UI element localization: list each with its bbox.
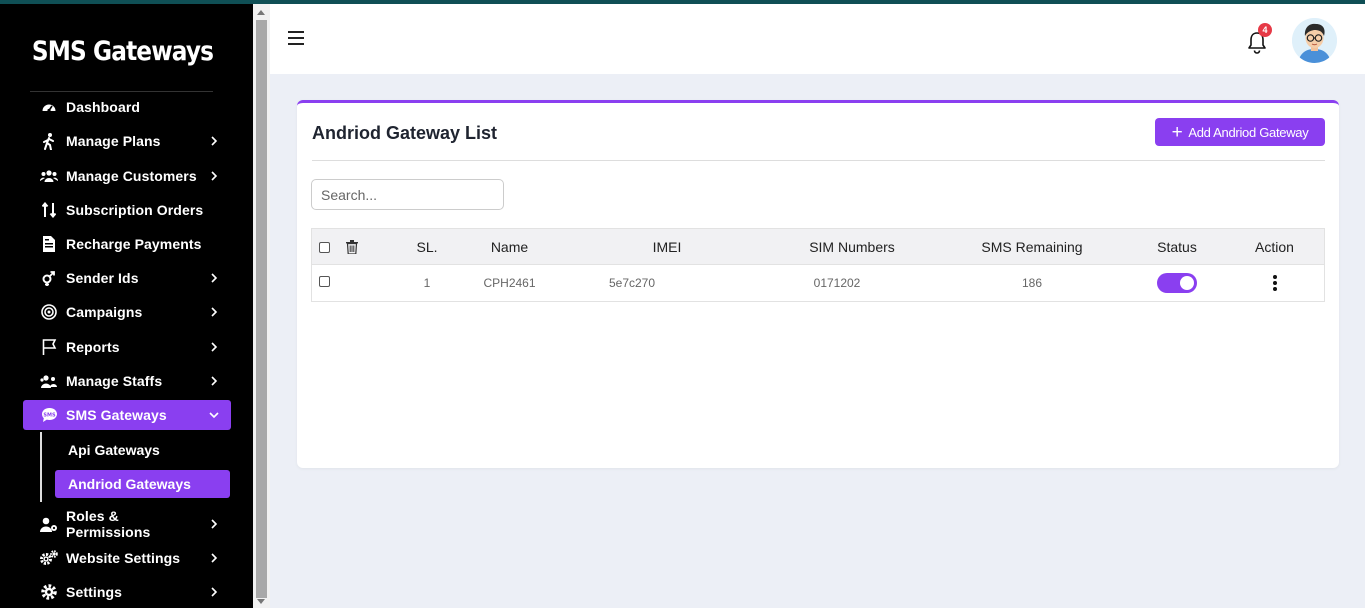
sidebar-item-label: Campaigns	[66, 304, 143, 320]
column-header-status: Status	[1157, 239, 1197, 255]
sidebar-item-campaigns[interactable]: Campaigns	[23, 297, 231, 327]
table-header: SL. Name IMEI SIM Numbers SMS Remaining …	[312, 229, 1324, 265]
sidebar-item-manage-plans[interactable]: Manage Plans	[23, 126, 231, 156]
users-icon	[40, 167, 58, 185]
sidebar-item-label: Reports	[66, 339, 120, 355]
staff-icon	[40, 372, 58, 390]
walking-icon	[40, 132, 58, 150]
cell-action	[1237, 265, 1312, 301]
sidebar-subitem-api-gateways[interactable]: Api Gateways	[55, 436, 230, 464]
sidebar-item-website-settings[interactable]: Website Settings	[23, 543, 231, 573]
sidebar-item-label: SMS Gateways	[66, 407, 167, 423]
sidebar-item-label: Manage Staffs	[66, 373, 163, 389]
scroll-thumb[interactable]	[256, 20, 267, 598]
column-header-action: Action	[1255, 239, 1294, 255]
column-header-imei: IMEI	[652, 239, 682, 255]
avatar[interactable]	[1292, 18, 1337, 63]
add-gateway-label: Add Andriod Gateway	[1188, 124, 1309, 140]
sidebar-item-label: Sender Ids	[66, 270, 139, 286]
select-all-cell	[314, 229, 334, 265]
gauge-icon	[40, 98, 58, 116]
hamburger-menu-icon[interactable]	[288, 31, 304, 45]
sidebar-item-label: Roles & Permissions	[66, 508, 151, 540]
sidebar-item-roles-permissions[interactable]: Roles & Permissions	[23, 508, 231, 540]
chevron-right-icon	[206, 133, 222, 149]
select-all-checkbox[interactable]	[318, 241, 330, 253]
gateway-table: SL. Name IMEI SIM Numbers SMS Remaining …	[311, 228, 1325, 302]
cell-name: CPH2461	[483, 276, 536, 290]
sidebar-item-label: Recharge Payments	[66, 236, 202, 252]
sms-bubble-icon: SMS	[40, 406, 58, 424]
column-header-sms-remaining: SMS Remaining	[981, 239, 1083, 255]
cell-sl: 1	[423, 276, 431, 290]
submenu-line	[40, 432, 42, 502]
chevron-right-icon	[206, 304, 222, 320]
card-divider	[312, 160, 1325, 161]
sidebar-item-settings[interactable]: Settings	[23, 577, 231, 607]
flag-icon	[40, 338, 58, 356]
trash-icon[interactable]	[342, 229, 362, 265]
row-select-cell	[314, 265, 334, 301]
sidebar-item-label: Website Settings	[66, 550, 181, 566]
sidebar-item-label: Settings	[66, 584, 123, 600]
column-header-sl: SL.	[416, 239, 438, 255]
sidebar-item-reports[interactable]: Reports	[23, 332, 231, 362]
sidebar-item-sender-ids[interactable]: Sender Ids	[23, 263, 231, 293]
status-toggle[interactable]	[1157, 273, 1197, 293]
sidebar-item-label: Manage Plans	[66, 133, 161, 149]
sidebar-item-sms-gateways[interactable]: SMS SMS Gateways	[23, 400, 231, 430]
sidebar-item-dashboard[interactable]: Dashboard	[23, 92, 231, 122]
brand-logo: SMS Gateways	[31, 36, 214, 67]
chevron-right-icon	[206, 339, 222, 355]
gears-icon	[40, 549, 58, 567]
chevron-right-icon	[206, 516, 222, 532]
cell-status	[1137, 265, 1217, 301]
sidebar-item-subscription-orders[interactable]: Subscription Orders	[23, 195, 231, 225]
invoice-icon	[40, 235, 58, 253]
svg-text:SMS: SMS	[43, 412, 56, 418]
chevron-down-icon	[206, 407, 222, 423]
sidebar-item-label: Subscription Orders	[66, 202, 204, 218]
search-input[interactable]	[311, 179, 504, 210]
sidebar-item-label: Manage Customers	[66, 168, 197, 184]
sidebar-item-manage-customers[interactable]: Manage Customers	[23, 161, 231, 191]
sidebar-subitem-andriod-gateways[interactable]: Andriod Gateways	[55, 470, 230, 498]
scroll-down-arrow-icon[interactable]	[257, 599, 265, 604]
add-gateway-button[interactable]: + Add Andriod Gateway	[1155, 118, 1325, 146]
chevron-right-icon	[206, 270, 222, 286]
more-options-icon[interactable]	[1267, 273, 1283, 293]
target-icon	[40, 303, 58, 321]
venus-mars-icon	[40, 269, 58, 287]
cell-sms-remaining: 186	[1021, 276, 1043, 290]
cell-sim-numbers: 0171202	[813, 276, 861, 290]
sidebar-item-recharge-payments[interactable]: Recharge Payments	[23, 229, 231, 259]
column-header-name: Name	[490, 239, 529, 255]
top-accent-bar	[0, 0, 1365, 4]
gateway-list-card: Andriod Gateway List + Add Andriod Gatew…	[297, 100, 1339, 468]
page-title: Andriod Gateway List	[312, 123, 498, 143]
chevron-right-icon	[206, 584, 222, 600]
sort-arrows-icon	[40, 201, 58, 219]
top-header: 4	[270, 4, 1365, 74]
chevron-right-icon	[206, 550, 222, 566]
column-header-sim-numbers: SIM Numbers	[809, 239, 895, 255]
plus-icon: +	[1171, 121, 1183, 143]
row-checkbox[interactable]	[318, 276, 330, 287]
sidebar-scrollbar[interactable]	[253, 4, 270, 608]
user-gear-icon	[40, 515, 58, 533]
chevron-right-icon	[206, 373, 222, 389]
chevron-right-icon	[206, 168, 222, 184]
notification-badge: 4	[1258, 23, 1272, 37]
cell-imei: 5e7c270	[608, 276, 656, 290]
gear-icon	[40, 583, 58, 601]
scroll-up-arrow-icon[interactable]	[257, 10, 265, 15]
sidebar: SMS Gateways Dashboard Manage Plans Mana…	[0, 0, 253, 608]
sidebar-item-label: Dashboard	[66, 99, 141, 115]
sidebar-item-manage-staffs[interactable]: Manage Staffs	[23, 366, 231, 396]
